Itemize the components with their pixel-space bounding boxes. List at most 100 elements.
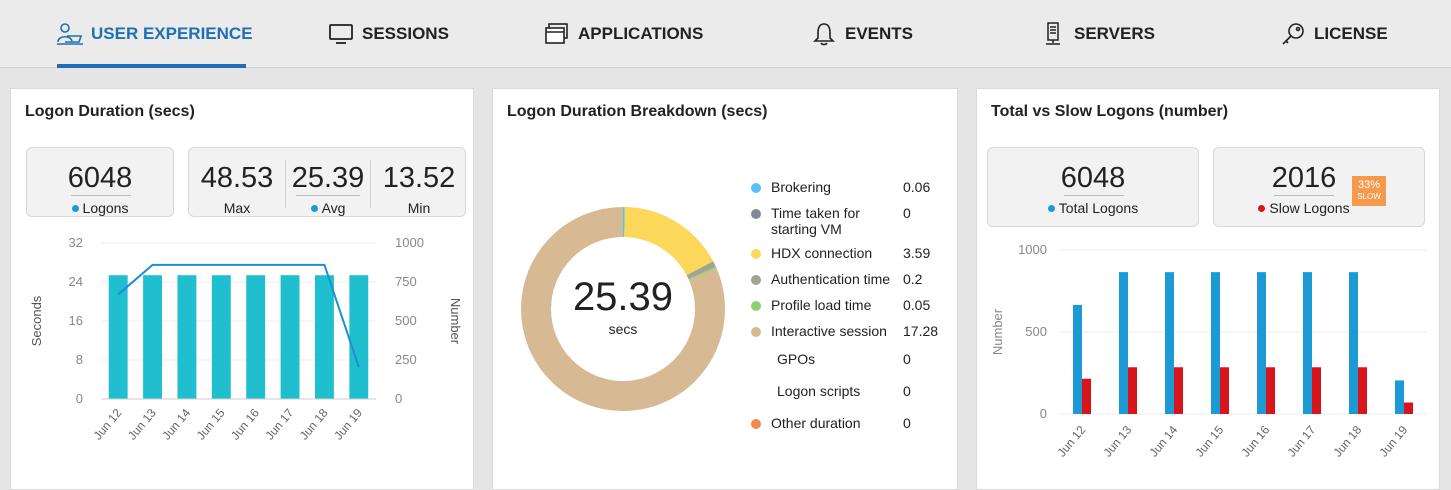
legend-label: Interactive session — [771, 323, 887, 339]
tab-license[interactable]: LICENSE — [1280, 18, 1388, 50]
tab-label: LICENSE — [1314, 24, 1388, 43]
y-tick-label: 32 — [69, 235, 83, 250]
y-tick-label: 16 — [69, 313, 83, 328]
y2-tick-label: 250 — [395, 352, 417, 367]
total-bar — [1349, 272, 1358, 414]
x-tick-label: Jun 18 — [297, 406, 331, 443]
y-tick-label: 500 — [1025, 324, 1047, 339]
legend-dot — [751, 209, 761, 219]
underline — [1064, 195, 1124, 196]
bar — [349, 275, 369, 399]
legend-label: Logon scripts — [777, 383, 861, 399]
bar — [211, 275, 231, 399]
total-bar — [1257, 272, 1266, 414]
x-tick-label: Jun 15 — [194, 406, 228, 443]
slow-bar — [1220, 367, 1229, 414]
bar — [177, 275, 197, 399]
logons-caption: Logons — [27, 200, 173, 216]
bar — [280, 275, 300, 399]
monitor-icon — [328, 21, 354, 47]
breakdown-legend: Brokering 0.06 Time taken for starting VM 0… — [751, 179, 951, 439]
tab-servers[interactable]: SERVERS — [1040, 18, 1155, 50]
x-tick-label: Jun 15 — [1192, 423, 1226, 460]
bell-icon — [811, 21, 837, 47]
x-tick-label: Jun 12 — [91, 406, 125, 443]
x-tick-label: Jun 18 — [1330, 423, 1364, 460]
active-tab-indicator — [57, 64, 246, 68]
x-tick-label: Jun 16 — [228, 406, 262, 443]
legend-label: Profile load time — [771, 297, 872, 313]
total-bar — [1073, 304, 1082, 414]
total-bar — [1165, 272, 1174, 414]
legend-label: GPOs — [777, 351, 816, 367]
tab-label: USER EXPERIENCE — [91, 24, 253, 43]
legend-label: Authentication time — [771, 271, 891, 287]
slow-logons-card: 2016 Slow Logons 33% SLOW — [1213, 147, 1425, 227]
y-tick-label: 0 — [76, 391, 83, 406]
key-icon — [1280, 21, 1306, 47]
total-bar — [1119, 272, 1128, 414]
legend-value: 17.28 — [903, 323, 939, 339]
tab-user-experience[interactable]: USER EXPERIENCE — [57, 18, 253, 50]
logons-label: Logons — [82, 200, 129, 216]
legend-label: Brokering — [771, 179, 831, 195]
total-slow-chart: 0 500 1000 Number Jun 12 Jun 13 Jun 14 Jun 15 Ju… — [990, 242, 1427, 460]
legend-label: Time taken for starting VM — [771, 205, 860, 237]
x-tick-label: Jun 13 — [1100, 423, 1134, 460]
tab-sessions[interactable]: SESSIONS — [328, 18, 449, 50]
max-stat: 48.53 Max — [189, 148, 285, 218]
tab-events[interactable]: EVENTS — [811, 18, 913, 50]
legend-value: 0.2 — [903, 271, 923, 287]
logons-value: 6048 — [67, 162, 133, 194]
avg-label: Avg — [321, 200, 346, 216]
legend-value: 0.06 — [903, 179, 931, 195]
slow-bar — [1358, 367, 1367, 414]
duration-stats-card: 48.53 Max 25.39 Avg 13.52 Min — [188, 147, 466, 217]
y-tick-label: 1000 — [1018, 242, 1047, 257]
legend-value: 0 — [903, 205, 911, 221]
max-label: Max — [223, 200, 251, 216]
slow-bar — [1082, 378, 1091, 414]
x-tick-label: Jun 13 — [125, 406, 159, 443]
logons-card: 6048 Logons — [26, 147, 174, 217]
slow-bar — [1266, 367, 1275, 414]
slow-bar — [1174, 367, 1183, 414]
x-tick-label: Jun 16 — [1238, 423, 1272, 460]
slow-logons-label: Slow Logons — [1269, 200, 1350, 216]
total-logons-caption: Total Logons — [988, 200, 1198, 216]
top-nav: USER EXPERIENCE SESSIONS APPLICATIONS EV… — [0, 0, 1451, 68]
bar — [143, 275, 163, 399]
server-icon — [1040, 21, 1066, 47]
tab-label: EVENTS — [845, 24, 914, 43]
total-bar — [1303, 272, 1312, 414]
avg-dot — [310, 204, 318, 212]
total-bar — [1395, 380, 1404, 414]
x-tick-label: Jun 17 — [1284, 423, 1318, 460]
legend-label: HDX connection — [771, 245, 873, 261]
bar — [314, 275, 334, 399]
panel-title: Total vs Slow Logons (number) — [991, 103, 1229, 120]
underline — [296, 195, 360, 196]
min-label: Min — [407, 200, 431, 216]
avg-value: 25.39 — [291, 162, 365, 194]
logon-breakdown-panel: Logon Duration Breakdown (secs) 25.39 se… — [492, 88, 958, 490]
slow-bar — [1312, 367, 1321, 414]
y-axis-label: Seconds — [29, 295, 44, 346]
underline — [1274, 195, 1334, 196]
slow-percent-badge: 33% SLOW — [1352, 176, 1386, 206]
y-tick-label: 24 — [69, 274, 83, 289]
x-tick-label: Jun 19 — [331, 406, 365, 443]
tab-applications[interactable]: APPLICATIONS — [544, 18, 703, 50]
legend-value: 0 — [903, 415, 911, 431]
total-bar — [1211, 272, 1220, 414]
legend-label: Other duration — [771, 415, 861, 431]
x-tick-label: Jun 14 — [1146, 423, 1180, 460]
legend-dot — [751, 327, 761, 337]
y-tick-label: 0 — [1040, 406, 1047, 421]
x-tick-label: Jun 12 — [1054, 423, 1088, 460]
bar — [246, 275, 266, 399]
tab-label: SESSIONS — [362, 24, 449, 43]
y-tick-label: 8 — [76, 352, 83, 367]
legend-dot — [751, 419, 761, 429]
legend-dot — [751, 183, 761, 193]
